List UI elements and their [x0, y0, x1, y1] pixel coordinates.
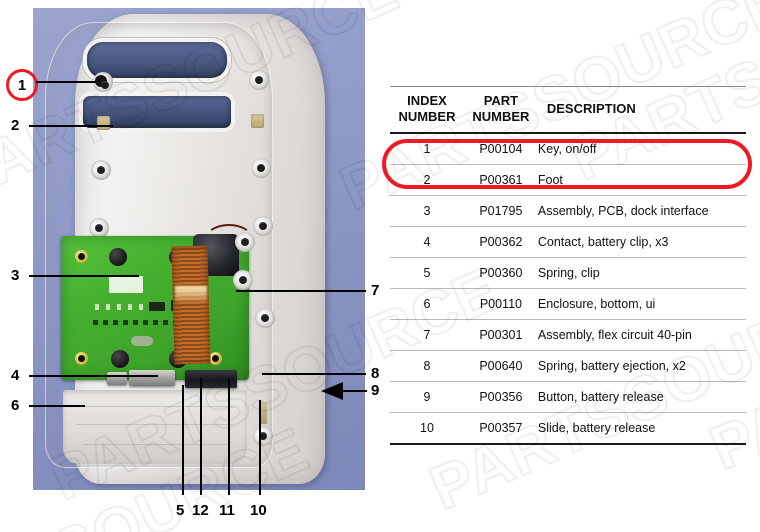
foot-tab — [251, 114, 264, 128]
cell-part: P01795 — [463, 195, 538, 227]
cell-part: P00640 — [463, 350, 538, 382]
cell-description: Spring, battery ejection, x2 — [537, 350, 746, 382]
screw-boss — [91, 160, 111, 180]
pcb-standoff — [109, 248, 127, 266]
callout-number-12: 12 — [192, 502, 209, 519]
screw-boss — [235, 232, 255, 252]
cell-description: Slide, battery release — [537, 412, 746, 445]
table-row: 7 P00301 Assembly, flex circuit 40-pin — [390, 319, 746, 351]
screw-boss — [251, 158, 271, 178]
callout-number-3: 3 — [11, 267, 20, 284]
pcb-pad — [75, 250, 88, 263]
pcb-component-row — [95, 304, 181, 310]
callout-number-10: 10 — [250, 502, 267, 519]
screw-boss — [255, 308, 275, 328]
header-part-number: PART NUMBER — [463, 86, 538, 134]
cell-index: 7 — [390, 319, 464, 351]
cell-description: Button, battery release — [537, 381, 746, 413]
pcb-pad — [75, 352, 88, 365]
cell-description: Foot — [537, 164, 746, 196]
callout-number-9: 9 — [371, 382, 380, 399]
cell-part: P00361 — [463, 164, 538, 196]
spring-clip — [107, 372, 127, 385]
callout-number-5: 5 — [176, 502, 185, 519]
header-part-line1: PART — [483, 92, 519, 108]
side-slot — [259, 402, 267, 424]
table-row: 6 P00110 Enclosure, bottom, ui — [390, 288, 746, 320]
dock-connector — [185, 370, 237, 388]
table-top-rule — [390, 86, 746, 87]
table-row: 5 P00360 Spring, clip — [390, 257, 746, 289]
flex-circuit-highlight — [175, 286, 207, 302]
header-index-line2: NUMBER — [398, 109, 456, 124]
pcb-silkscreen-label — [109, 276, 143, 293]
screw-boss — [233, 270, 253, 290]
cell-index: 5 — [390, 257, 464, 289]
table-row: 4 P00362 Contact, battery clip, x3 — [390, 226, 746, 258]
parts-table-head: INDEX NUMBER PART NUMBER DESCRIPTION — [390, 86, 746, 134]
pcb-pad — [209, 352, 222, 365]
header-description: DESCRIPTION — [537, 86, 746, 134]
cell-description: Assembly, flex circuit 40-pin — [537, 319, 746, 351]
bay-rib — [77, 406, 233, 407]
callout-number-11: 11 — [219, 502, 235, 519]
table-row: 3 P01795 Assembly, PCB, dock interface — [390, 195, 746, 227]
cell-part: P00104 — [463, 133, 538, 165]
cell-index: 6 — [390, 288, 464, 320]
cell-index: 9 — [390, 381, 464, 413]
header-part-line2: NUMBER — [472, 109, 530, 124]
cell-part: P00357 — [463, 412, 538, 445]
callout-number-8: 8 — [371, 365, 380, 382]
cell-index: 4 — [390, 226, 464, 258]
callout-number-7: 7 — [371, 282, 380, 299]
cell-index: 8 — [390, 350, 464, 382]
cell-part: P00110 — [463, 288, 538, 320]
foot-tab — [97, 116, 110, 130]
cell-description: Spring, clip — [537, 257, 746, 289]
pcb-standoff — [111, 350, 129, 368]
cell-part: P00362 — [463, 226, 538, 258]
header-index-line1: INDEX — [407, 92, 447, 108]
battery-contact — [129, 370, 175, 386]
table-row: 2 P00361 Foot — [390, 164, 746, 196]
table-row: 8 P00640 Spring, battery ejection, x2 — [390, 350, 746, 382]
screw-boss — [93, 72, 113, 92]
cell-description: Assembly, PCB, dock interface — [537, 195, 746, 227]
cell-description: Enclosure, bottom, ui — [537, 288, 746, 320]
cell-index: 2 — [390, 164, 464, 196]
bay-rib — [77, 424, 233, 425]
screw-boss — [253, 426, 273, 446]
cell-index: 10 — [390, 412, 464, 445]
callout-number-4: 4 — [11, 367, 20, 384]
pcb-chip — [149, 302, 165, 311]
table-row: 9 P00356 Button, battery release — [390, 381, 746, 413]
pcb-chip — [131, 336, 153, 346]
screw-boss — [89, 218, 109, 238]
screw-boss — [249, 70, 269, 90]
table-header-row: INDEX NUMBER PART NUMBER DESCRIPTION — [390, 86, 746, 134]
callout-number-2: 2 — [11, 117, 20, 134]
battery-bay — [63, 390, 247, 464]
cell-part: P00356 — [463, 381, 538, 413]
parts-table: INDEX NUMBER PART NUMBER DESCRIPTION 1 P… — [390, 86, 746, 445]
bay-rib — [83, 444, 227, 445]
table-row: 1 P00104 Key, on/off — [390, 133, 746, 165]
cell-index: 3 — [390, 195, 464, 227]
table-row: 10 P00357 Slide, battery release — [390, 412, 746, 445]
cell-index: 1 — [390, 133, 464, 165]
parts-table-container: INDEX NUMBER PART NUMBER DESCRIPTION 1 P… — [390, 86, 746, 445]
callout-number-6: 6 — [11, 397, 20, 414]
device-photo — [33, 8, 365, 490]
screw-boss — [253, 216, 273, 236]
parts-table-body: 1 P00104 Key, on/off 2 P00361 Foot 3 P01… — [390, 133, 746, 445]
flex-circuit — [171, 245, 211, 365]
cell-description: Contact, battery clip, x3 — [537, 226, 746, 258]
cell-description: Key, on/off — [537, 133, 746, 165]
header-index-number: INDEX NUMBER — [390, 86, 464, 134]
cell-part: P00360 — [463, 257, 538, 289]
cell-part: P00301 — [463, 319, 538, 351]
